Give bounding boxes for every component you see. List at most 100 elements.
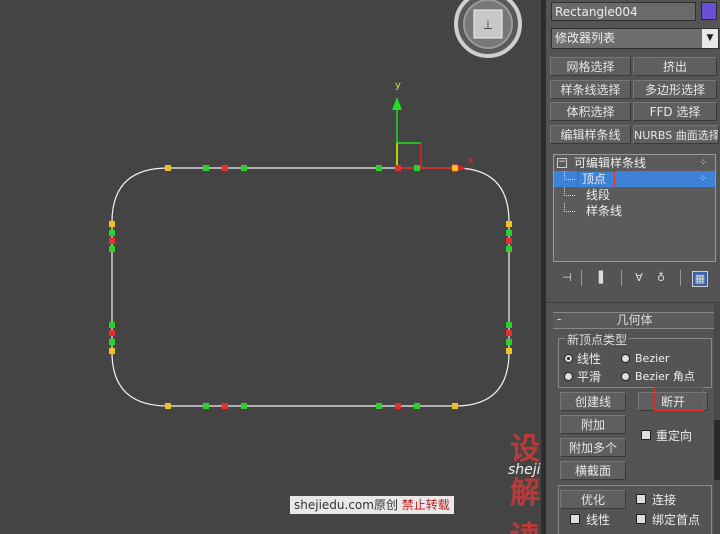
spline-vertex-marker[interactable] — [452, 403, 458, 409]
subobject-dots-icon: ⁘ — [699, 174, 707, 184]
spline-vertex-marker[interactable] — [506, 330, 512, 336]
volume-select-button[interactable]: 体积选择 — [550, 102, 631, 121]
toolbar-separator — [581, 270, 582, 286]
spline-vertex-marker[interactable] — [506, 339, 512, 345]
spline-vertex-marker[interactable] — [203, 165, 209, 171]
spline-vertex-marker[interactable] — [109, 238, 115, 244]
spline-vertex-marker[interactable] — [222, 165, 228, 171]
vertex-layer[interactable] — [109, 165, 512, 409]
tree-line-icon — [564, 171, 575, 180]
configure-sets-icon[interactable]: ▦ — [692, 271, 708, 287]
ffd-select-button[interactable]: FFD 选择 — [633, 102, 717, 121]
stack-item-editable-spline[interactable]: − 可编辑样条线 ⁘ — [554, 155, 715, 171]
spline-vertex-marker[interactable] — [506, 246, 512, 252]
command-panel: Rectangle004 修改器列表 ▼ 网格选择 挤出 样条线选择 多边形选择… — [546, 0, 720, 534]
spline-vertex-marker[interactable] — [506, 322, 512, 328]
spline-vertex-marker[interactable] — [376, 165, 382, 171]
bind-first-checkbox[interactable] — [636, 514, 646, 524]
spline-vertex-marker[interactable] — [109, 339, 115, 345]
spline-vertex-marker[interactable] — [395, 403, 401, 409]
spline-vertex-marker[interactable] — [452, 165, 458, 171]
radio-smooth[interactable] — [564, 372, 573, 381]
object-name-field[interactable]: Rectangle004 — [551, 2, 696, 21]
radio-bezier-corner[interactable] — [621, 372, 630, 381]
stack-item-label: 线段 — [586, 188, 611, 202]
geometry-rollout-header[interactable]: - 几何体 — [553, 312, 716, 329]
stack-root-label: 可编辑样条线 — [574, 156, 647, 170]
spline-rectangle[interactable] — [111, 167, 510, 407]
spline-vertex-marker[interactable] — [109, 221, 115, 227]
remove-modifier-icon[interactable]: ♁ — [654, 271, 668, 285]
modifier-list-dropdown[interactable]: 修改器列表 ▼ — [551, 28, 719, 49]
spline-vertex-marker[interactable] — [109, 330, 115, 336]
radio-bezier[interactable] — [621, 354, 630, 363]
cross-section-button[interactable]: 横截面 — [560, 461, 626, 480]
spline-vertex-marker[interactable] — [109, 230, 115, 236]
make-unique-icon[interactable]: ∀ — [632, 271, 646, 285]
panel-scrollbar[interactable] — [714, 304, 720, 534]
extrude-button[interactable]: 挤出 — [633, 57, 717, 76]
tree-line-icon — [564, 187, 575, 196]
spline-vertex-marker[interactable] — [203, 403, 209, 409]
attach-button[interactable]: 附加 — [560, 415, 626, 434]
stack-item-segment[interactable]: 线段 — [554, 187, 715, 203]
modifier-stack[interactable]: − 可编辑样条线 ⁘ 顶点 ⁘ 线段 样条线 — [553, 154, 716, 262]
stack-item-label: 样条线 — [586, 204, 623, 218]
spline-vertex-marker[interactable] — [165, 165, 171, 171]
toolbar-separator — [621, 270, 622, 286]
source-site: shejiedu.com原创 — [294, 498, 398, 512]
spline-vertex-marker[interactable] — [506, 348, 512, 354]
source-note: shejiedu.com原创 禁止转载 — [290, 496, 454, 514]
connect-checkbox[interactable] — [636, 494, 646, 504]
spline-vertex-marker[interactable] — [222, 403, 228, 409]
pin-stack-icon[interactable]: ⊣ — [560, 271, 574, 285]
spline-vertex-marker[interactable] — [414, 165, 420, 171]
nurbs-select-button[interactable]: NURBS 曲面选择 — [633, 125, 719, 144]
transform-gizmo[interactable] — [392, 97, 466, 173]
attach-multiple-button[interactable]: 附加多个 — [560, 438, 626, 457]
bind-first-label: 绑定首点 — [652, 513, 701, 527]
radio-smooth-label: 平滑 — [577, 370, 602, 384]
spline-vertex-marker[interactable] — [241, 165, 247, 171]
panel-scrollbar-thumb[interactable] — [714, 420, 720, 480]
linear-checkbox[interactable] — [570, 514, 580, 524]
viewcube-icon[interactable]: ⊥ — [454, 0, 522, 58]
toolbar-separator — [680, 270, 681, 286]
edit-spline-button[interactable]: 编辑样条线 — [550, 125, 631, 144]
group-title: 新顶点类型 — [565, 331, 630, 348]
vertex-highlight-box — [577, 171, 615, 188]
axis-y-label: y — [395, 80, 401, 91]
collapse-icon[interactable]: − — [557, 158, 567, 168]
viewport-canvas[interactable]: ⊥ y x — [0, 0, 541, 534]
subobject-dots-icon: ⁘ — [699, 158, 707, 168]
spline-vertex-marker[interactable] — [165, 403, 171, 409]
spline-vertex-marker[interactable] — [109, 348, 115, 354]
mesh-select-button[interactable]: 网格选择 — [550, 57, 631, 76]
stack-item-spline[interactable]: 样条线 — [554, 203, 715, 219]
watermark-url: shejiedu.com — [508, 462, 541, 478]
spline-vertex-marker[interactable] — [506, 221, 512, 227]
spline-vertex-marker[interactable] — [109, 322, 115, 328]
radio-linear[interactable] — [564, 354, 573, 363]
axis-x-label: x — [468, 155, 474, 166]
spline-vertex-marker[interactable] — [109, 246, 115, 252]
spline-vertex-marker[interactable] — [241, 403, 247, 409]
show-end-result-icon[interactable]: ▌ — [596, 271, 610, 285]
source-warning: 禁止转载 — [401, 498, 450, 512]
rollout-title: 几何体 — [616, 313, 653, 327]
create-line-button[interactable]: 创建线 — [560, 392, 626, 411]
refine-button[interactable]: 优化 — [560, 490, 626, 509]
spline-select-button[interactable]: 样条线选择 — [550, 80, 631, 99]
spline-vertex-marker[interactable] — [376, 403, 382, 409]
spline-vertex-marker[interactable] — [395, 165, 401, 171]
object-color-swatch[interactable] — [701, 2, 717, 20]
poly-select-button[interactable]: 多边形选择 — [633, 80, 717, 99]
reorient-checkbox[interactable] — [641, 430, 651, 440]
spline-vertex-marker[interactable] — [506, 238, 512, 244]
spline-vertex-marker[interactable] — [506, 230, 512, 236]
viewport[interactable]: ⊥ y x 设解读 shejiedu.com shejiedu.com原创 禁止… — [0, 0, 541, 534]
tree-line-icon — [564, 203, 575, 212]
radio-bezier-corner-label: Bezier 角点 — [635, 370, 695, 383]
chevron-down-icon: ▼ — [702, 29, 718, 48]
spline-vertex-marker[interactable] — [414, 403, 420, 409]
